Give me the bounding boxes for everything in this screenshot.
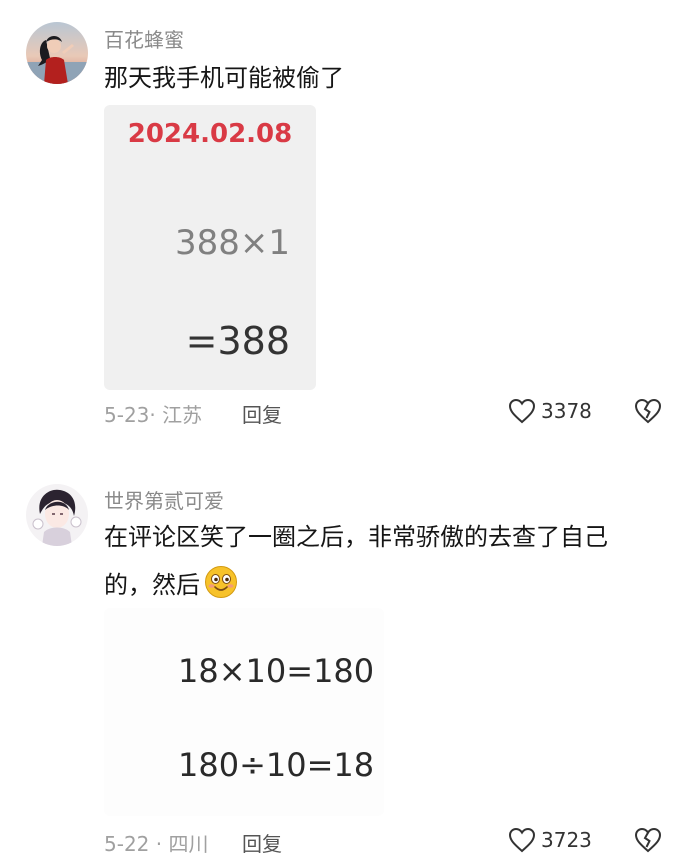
heart-icon [508, 398, 536, 424]
comment-text-line-2: 的，然后 [104, 561, 664, 609]
avatar[interactable] [26, 22, 88, 84]
avatar[interactable] [26, 484, 88, 546]
image-line-2: =388 [185, 319, 290, 363]
image-date: 2024.02.08 [127, 119, 293, 149]
dislike-button[interactable] [634, 398, 662, 428]
like-button[interactable]: 3378 [508, 398, 592, 424]
comment-image[interactable]: 18×10=180 180÷10=18 [104, 608, 384, 816]
image-line-1: 388×1 [174, 223, 290, 263]
username[interactable]: 世界第贰可爱 [104, 485, 224, 514]
image-line-2: 180÷10=18 [178, 746, 375, 784]
heart-icon [508, 827, 536, 853]
avatar-image [26, 22, 88, 84]
image-line-1: 18×10=180 [178, 652, 375, 690]
reply-button[interactable]: 回复 [242, 828, 282, 857]
avatar-image [26, 484, 88, 546]
like-count: 3723 [541, 828, 592, 852]
comment-date-location: 5-23· 江苏 [104, 403, 203, 427]
broken-heart-icon [634, 827, 662, 853]
comment-text-line-2-text: 的，然后 [104, 571, 200, 599]
username[interactable]: 百花蜂蜜 [104, 24, 184, 53]
comment-text-line-1: 在评论区笑了一圈之后，非常骄傲的去查了自己 [104, 523, 608, 551]
smiling-face-emoji-icon [205, 566, 237, 598]
like-count: 3378 [541, 399, 592, 423]
broken-heart-icon [634, 398, 662, 424]
like-button[interactable]: 3723 [508, 827, 592, 853]
dislike-button[interactable] [634, 827, 662, 857]
comment-image[interactable]: 2024.02.08 388×1 =388 [104, 105, 316, 390]
comment-text: 那天我手机可能被偷了 [104, 64, 344, 92]
comment-text: 在评论区笑了一圈之后，非常骄傲的去查了自己 的，然后 [104, 513, 664, 609]
reply-button[interactable]: 回复 [242, 399, 282, 428]
comment-date-location: 5-22 · 四川 [104, 832, 209, 856]
